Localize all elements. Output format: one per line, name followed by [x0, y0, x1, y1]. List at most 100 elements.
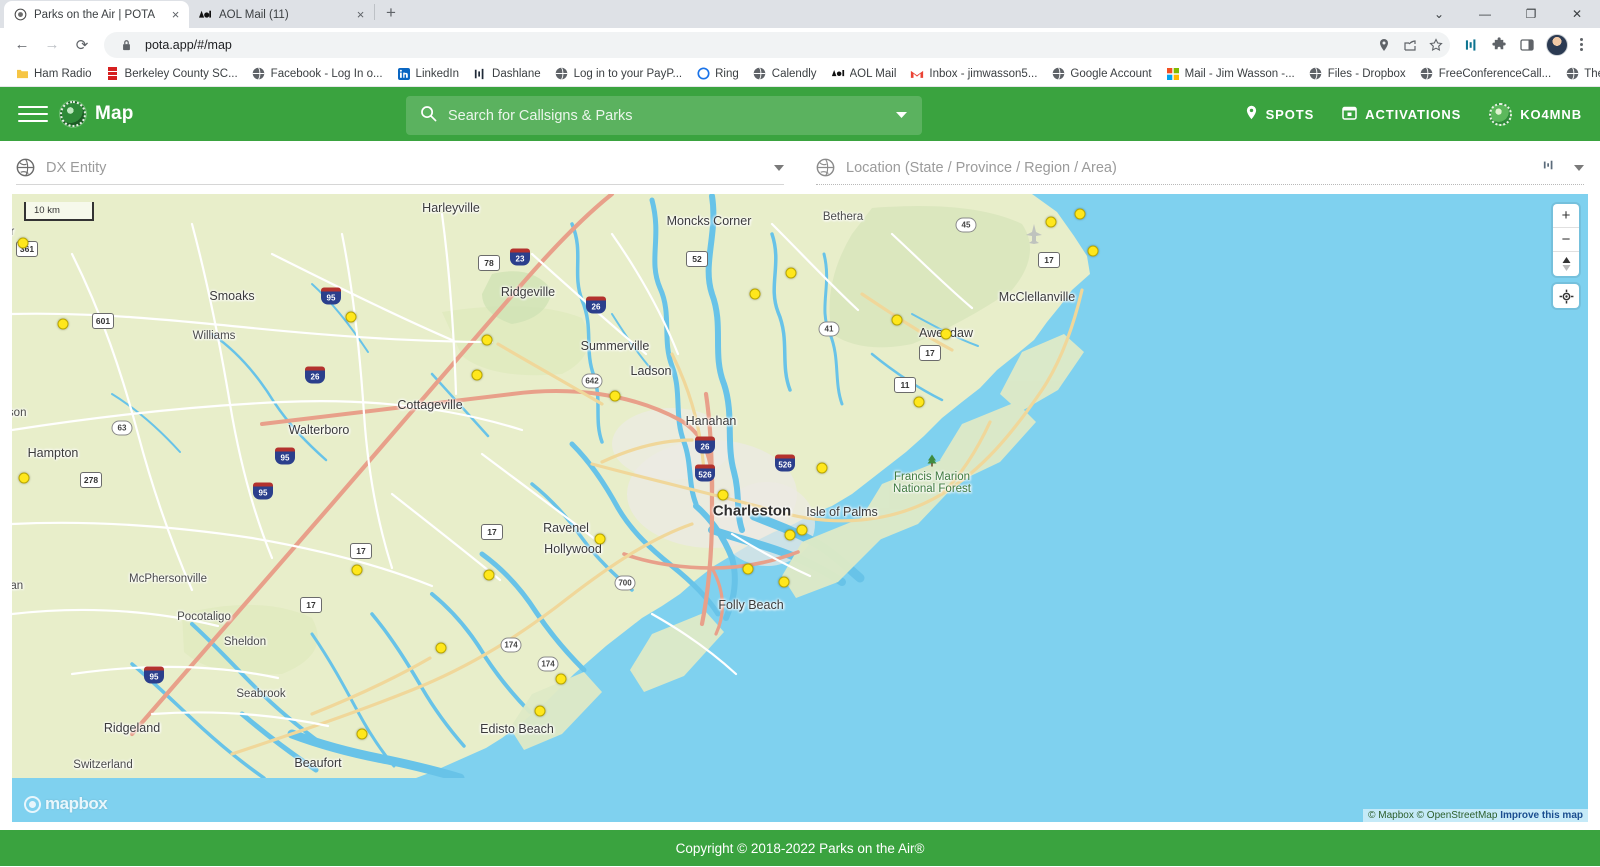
- pota-icon: [13, 8, 27, 22]
- forward-button[interactable]: →: [38, 31, 66, 59]
- map-place-label: Moncks Corner: [666, 214, 752, 228]
- park-marker[interactable]: [356, 728, 368, 740]
- share-icon[interactable]: [1400, 35, 1420, 55]
- reload-button[interactable]: ⟳: [68, 31, 96, 59]
- dashlane-icon[interactable]: [1458, 32, 1484, 58]
- park-marker[interactable]: [891, 314, 903, 326]
- minimize-button[interactable]: —: [1462, 0, 1508, 28]
- browser-tab-pota[interactable]: Parks on the Air | POTA ×: [4, 1, 189, 28]
- geolocate-button[interactable]: [1553, 284, 1579, 308]
- map-container[interactable]: Francis Marion National Forest Harleyvil…: [12, 194, 1588, 822]
- park-marker[interactable]: [749, 288, 761, 300]
- park-marker[interactable]: [796, 524, 808, 536]
- park-marker[interactable]: [534, 705, 546, 717]
- park-marker[interactable]: [1074, 208, 1086, 220]
- attribution-osm[interactable]: © OpenStreetMap: [1417, 810, 1498, 821]
- park-marker[interactable]: [345, 311, 357, 323]
- park-marker[interactable]: [913, 396, 925, 408]
- dashlane-icon[interactable]: [1543, 158, 1555, 177]
- bookmark-item[interactable]: Berkeley County SC...: [99, 65, 245, 83]
- bookmark-item[interactable]: Google Account: [1044, 65, 1158, 83]
- park-marker[interactable]: [784, 529, 796, 541]
- bookmark-item[interactable]: Mail - Jim Wasson -...: [1159, 65, 1302, 83]
- bookmark-item[interactable]: Calendly: [746, 65, 824, 83]
- side-panel-icon[interactable]: [1514, 32, 1540, 58]
- park-marker[interactable]: [1045, 216, 1057, 228]
- activations-label: ACTIVATIONS: [1365, 106, 1462, 122]
- pota-app: Map Search for Callsigns & Parks SPOTS A…: [0, 87, 1600, 866]
- new-tab-button[interactable]: +: [377, 0, 405, 27]
- park-marker[interactable]: [351, 564, 363, 576]
- park-marker[interactable]: [481, 334, 493, 346]
- bookmark-item[interactable]: Ring: [689, 65, 746, 83]
- map-canvas[interactable]: Francis Marion National Forest Harleyvil…: [12, 194, 1588, 822]
- park-marker[interactable]: [57, 318, 69, 330]
- bookmark-star-icon[interactable]: [1426, 35, 1446, 55]
- park-marker[interactable]: [594, 533, 606, 545]
- back-button[interactable]: ←: [8, 31, 36, 59]
- globe-icon: [16, 158, 35, 177]
- close-icon[interactable]: ×: [168, 7, 183, 22]
- bookmark-item[interactable]: Files - Dropbox: [1302, 65, 1413, 83]
- spots-button[interactable]: SPOTS: [1245, 105, 1315, 123]
- zoom-in-button[interactable]: +: [1553, 204, 1579, 228]
- park-marker[interactable]: [471, 369, 483, 381]
- close-window-button[interactable]: ✕: [1554, 0, 1600, 28]
- search-input[interactable]: Search for Callsigns & Parks: [406, 96, 922, 135]
- park-marker[interactable]: [778, 576, 790, 588]
- bookmark-item[interactable]: AOL Mail: [824, 65, 904, 83]
- park-marker[interactable]: [483, 569, 495, 581]
- map-place-label: Walterboro: [288, 423, 350, 437]
- bookmark-item[interactable]: FreeConferenceCall...: [1413, 65, 1559, 83]
- browser-tab-aol[interactable]: AOL Mail (11) ×: [189, 1, 374, 28]
- tab-search-chevron-icon[interactable]: ⌄: [1416, 0, 1462, 28]
- maximize-button[interactable]: ❐: [1508, 0, 1554, 28]
- park-marker[interactable]: [609, 390, 621, 402]
- map-place-label: Cottageville: [397, 398, 463, 412]
- map-place-label: Smoaks: [209, 289, 255, 303]
- field-underline: [816, 184, 1584, 185]
- location-filter[interactable]: Location (State / Province / Region / Ar…: [800, 141, 1600, 194]
- user-menu[interactable]: KO4MNB: [1489, 102, 1582, 126]
- park-marker[interactable]: [940, 328, 952, 340]
- park-marker[interactable]: [435, 642, 447, 654]
- park-marker[interactable]: [785, 267, 797, 279]
- profile-avatar-icon[interactable]: [1546, 33, 1568, 56]
- map-zoom-controls[interactable]: + −: [1553, 204, 1579, 308]
- bookmark-item[interactable]: LinkedIn: [390, 65, 466, 83]
- zoom-out-button[interactable]: −: [1553, 228, 1579, 252]
- park-marker[interactable]: [717, 489, 729, 501]
- chrome-menu-icon[interactable]: [1570, 32, 1592, 58]
- map-place-label: Switzerland: [73, 759, 133, 771]
- activations-button[interactable]: ACTIVATIONS: [1342, 105, 1461, 123]
- chevron-down-icon[interactable]: [774, 164, 784, 171]
- park-marker[interactable]: [555, 673, 567, 685]
- park-marker[interactable]: [1087, 245, 1099, 257]
- park-marker[interactable]: [742, 563, 754, 575]
- bookmark-item[interactable]: Inbox - jimwasson5...: [903, 65, 1044, 83]
- bookmark-item[interactable]: Log in to your PayP...: [548, 65, 689, 83]
- location-pin-icon[interactable]: [1374, 35, 1394, 55]
- park-marker[interactable]: [17, 237, 29, 249]
- park-marker[interactable]: [18, 472, 30, 484]
- mapbox-logo[interactable]: mapbox: [24, 794, 108, 814]
- search-icon: [420, 105, 437, 127]
- close-icon[interactable]: ×: [353, 7, 368, 22]
- address-bar[interactable]: pota.app/#/map: [104, 31, 1450, 58]
- improve-map-link[interactable]: Improve this map: [1500, 810, 1583, 821]
- park-marker[interactable]: [816, 462, 828, 474]
- bookmark-item[interactable]: The Wall Street Jour...: [1558, 65, 1600, 83]
- dx-entity-filter[interactable]: DX Entity: [0, 141, 800, 194]
- chevron-down-icon[interactable]: [895, 107, 908, 125]
- chevron-down-icon[interactable]: [1574, 164, 1584, 171]
- route-shield-icon: 700: [614, 575, 636, 591]
- browser-tab-strip: Parks on the Air | POTA × AOL Mail (11) …: [0, 0, 1600, 28]
- bookmark-item[interactable]: Facebook - Log In o...: [245, 65, 390, 83]
- bookmark-item[interactable]: Ham Radio: [8, 65, 99, 83]
- gmail-icon: [910, 67, 924, 81]
- bookmark-item[interactable]: Dashlane: [466, 65, 548, 83]
- compass-button[interactable]: [1553, 252, 1579, 276]
- hamburger-icon[interactable]: [18, 99, 48, 129]
- extensions-puzzle-icon[interactable]: [1486, 32, 1512, 58]
- attribution-mapbox[interactable]: © Mapbox: [1368, 810, 1414, 821]
